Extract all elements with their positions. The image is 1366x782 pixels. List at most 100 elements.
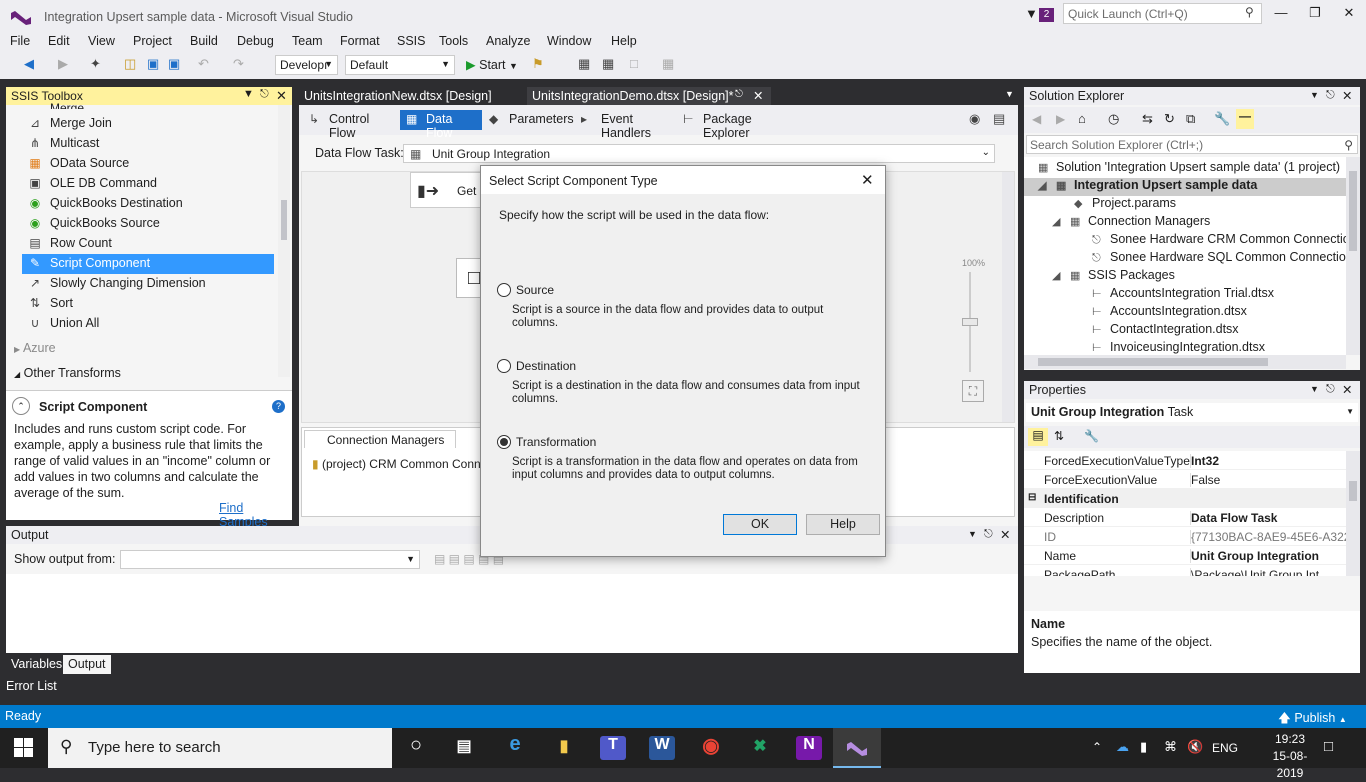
refresh-icon[interactable]: ↻ — [1164, 111, 1175, 127]
menu-format[interactable]: Format — [340, 34, 380, 48]
zoom-tool-icon[interactable]: ◉ — [969, 111, 980, 127]
toolbox-item-quickbooks-source[interactable]: ◉ QuickBooks Source — [22, 214, 274, 234]
property-row[interactable]: Description Data Flow Task — [1024, 508, 1346, 527]
show-hidden-icons[interactable]: ⌃ — [1092, 740, 1102, 754]
windows-start-icon[interactable] — [14, 738, 34, 758]
tree-ssis-packages[interactable]: ◢ ▦ SSIS Packages — [1052, 268, 1175, 286]
tab-units-integration-demo[interactable]: UnitsIntegrationDemo.dtsx [Design]* ⎋ ✕ — [527, 87, 771, 105]
onenote-icon[interactable]: N — [796, 736, 822, 760]
properties-object-selector[interactable]: Unit Group Integration Task ▼ — [1026, 403, 1358, 422]
variables-icon[interactable]: ▤ — [993, 111, 1005, 127]
sync-icon[interactable]: ⇆ — [1142, 111, 1153, 127]
transformation-radio[interactable] — [497, 435, 511, 449]
property-row[interactable]: ID {77130BAC-8AE9-45E6-A322- — [1024, 527, 1346, 546]
ssis-icon[interactable]: ▦ — [578, 56, 590, 72]
close-icon[interactable]: ✕ — [753, 88, 763, 103]
publish-button[interactable]: 🡅 Publish ▲ — [1278, 709, 1347, 730]
open-file-icon[interactable]: ◫ — [124, 56, 136, 72]
forward-icon[interactable]: ▶ — [1056, 112, 1065, 126]
tab-control-flow[interactable]: ↳ Control Flow — [303, 110, 397, 140]
start-button[interactable]: ▶ Start ▼ — [466, 57, 518, 72]
pin-icon[interactable]: ⎋ — [260, 88, 269, 101]
excel-icon[interactable]: ✖ — [747, 736, 773, 760]
tree-sql-connection[interactable]: ⎋ Sonee Hardware SQL Common Connection — [1092, 250, 1346, 268]
tree-solution[interactable]: ▦ Solution 'Integration Upsert sample dat… — [1038, 160, 1340, 178]
scrollbar-thumb[interactable] — [1349, 481, 1357, 501]
tree-connection-managers[interactable]: ◢ ▦ Connection Managers — [1052, 214, 1210, 232]
tab-units-integration-new[interactable]: UnitsIntegrationNew.dtsx [Design] — [299, 87, 527, 105]
search-icon[interactable]: ⚲ — [1245, 5, 1254, 19]
close-icon[interactable]: ✕ — [1342, 382, 1352, 397]
tree-crm-connection[interactable]: ⎋ Sonee Hardware CRM Common Connection — [1092, 232, 1346, 250]
toolbox-item-slowly-changing-dimension[interactable]: ↗ Slowly Changing Dimension — [22, 274, 274, 294]
property-value[interactable]: {77130BAC-8AE9-45E6-A322- — [1190, 530, 1346, 544]
toolbox-item-merge-join[interactable]: ⊿ Merge Join — [22, 114, 274, 134]
output-text-area[interactable] — [6, 574, 1018, 653]
menu-team[interactable]: Team — [292, 34, 323, 48]
toolbox-group-other-transforms[interactable]: ◢ Other Transforms — [14, 366, 121, 380]
history-icon[interactable]: ◷ — [1108, 111, 1119, 127]
toolbox-item-script-component[interactable]: ✎ Script Component — [22, 254, 274, 274]
property-row[interactable]: PackagePath \Package\Unit Group Int — [1024, 565, 1346, 576]
scrollbar-thumb[interactable] — [1349, 171, 1357, 251]
scrollbar-thumb[interactable] — [1038, 358, 1268, 366]
toolbox-item-odata-source[interactable]: ▦ OData Source — [22, 154, 274, 174]
tree-package-item[interactable]: ⊢ AccountsIntegration.dtsx — [1092, 304, 1247, 322]
tree-project-params[interactable]: ◆ Project.params — [1074, 196, 1176, 214]
toolbox-scrollbar[interactable] — [278, 105, 290, 377]
quick-launch-input[interactable]: Quick Launch (Ctrl+Q) — [1063, 3, 1262, 24]
connection-managers-tab[interactable]: Connection Managers — [304, 430, 456, 448]
destination-label[interactable]: Destination — [516, 359, 576, 373]
new-project-icon[interactable]: ✦ — [90, 56, 101, 72]
menu-analyze[interactable]: Analyze — [486, 34, 530, 48]
back-icon[interactable]: ◀ — [24, 56, 34, 72]
back-icon[interactable]: ◀ — [1032, 112, 1041, 126]
language-indicator[interactable]: ENG — [1212, 741, 1238, 755]
menu-edit[interactable]: Edit — [48, 34, 70, 48]
pin-icon[interactable]: ⎋ — [1326, 89, 1335, 102]
maximize-button[interactable]: ❐ — [1304, 5, 1326, 23]
platform-dropdown[interactable]: Default ▼ — [345, 55, 455, 75]
categorized-icon[interactable]: ▤ — [1028, 428, 1048, 446]
fit-to-window-icon[interactable]: ⛶ — [962, 380, 984, 402]
toolbox-group-azure[interactable]: ▶ Azure — [14, 341, 56, 355]
destination-radio[interactable] — [497, 359, 511, 373]
help-icon[interactable]: ? — [272, 400, 285, 413]
property-value[interactable]: Data Flow Task — [1190, 511, 1346, 525]
properties-icon[interactable]: 🔧 — [1214, 111, 1230, 127]
property-row[interactable]: Name Unit Group Integration — [1024, 546, 1346, 565]
toolbox-partial-item[interactable]: Merge — [50, 101, 84, 109]
tab-variables[interactable]: Variables — [6, 655, 62, 674]
save-all-icon[interactable]: ▣ — [168, 56, 180, 72]
property-value[interactable]: \Package\Unit Group Int — [1190, 568, 1346, 576]
toolbox-item-quickbooks-destination[interactable]: ◉ QuickBooks Destination — [22, 194, 274, 214]
save-icon[interactable]: ▣ — [147, 56, 159, 72]
menu-build[interactable]: Build — [190, 34, 218, 48]
collapse-icon[interactable]: ⌃ — [12, 397, 30, 415]
task-view-icon[interactable]: ▤ — [451, 736, 477, 760]
close-icon[interactable]: ✕ — [276, 88, 287, 104]
property-row[interactable]: ForcedExecutionValueType Int32 — [1024, 451, 1346, 470]
menu-window[interactable]: Window — [547, 34, 591, 48]
menu-ssis[interactable]: SSIS — [397, 34, 426, 48]
property-value[interactable]: Unit Group Integration — [1190, 549, 1346, 563]
source-label[interactable]: Source — [516, 283, 554, 297]
panel-menu-icon[interactable]: ▼ — [1310, 90, 1319, 100]
file-explorer-icon[interactable]: ▮ — [551, 736, 577, 760]
property-value[interactable]: False — [1190, 473, 1346, 487]
dialog-close-button[interactable]: ✕ — [861, 171, 874, 189]
panel-menu-icon[interactable]: ▼ — [968, 529, 977, 539]
preview-icon[interactable]: — — [1236, 109, 1254, 129]
scrollbar-thumb[interactable] — [281, 200, 287, 240]
minimize-button[interactable]: — — [1270, 5, 1292, 23]
toolbox-item-multicast[interactable]: ⋔ Multicast — [22, 134, 274, 154]
filter-icon[interactable]: ▼ — [1025, 6, 1038, 21]
tab-output[interactable]: Output — [63, 655, 111, 674]
layout-icon[interactable]: ▦ — [662, 56, 674, 72]
data-flow-task-dropdown[interactable]: ▦ Unit Group Integration ⌄ — [403, 144, 995, 163]
toolbox-item-row-count[interactable]: ▤ Row Count — [22, 234, 274, 254]
pin-icon[interactable]: ⎋ — [1326, 383, 1335, 396]
configuration-dropdown[interactable]: Developı ▼ — [275, 55, 338, 75]
property-value[interactable]: Int32 — [1190, 454, 1346, 468]
panel-menu-icon[interactable]: ▼ — [1310, 384, 1319, 394]
